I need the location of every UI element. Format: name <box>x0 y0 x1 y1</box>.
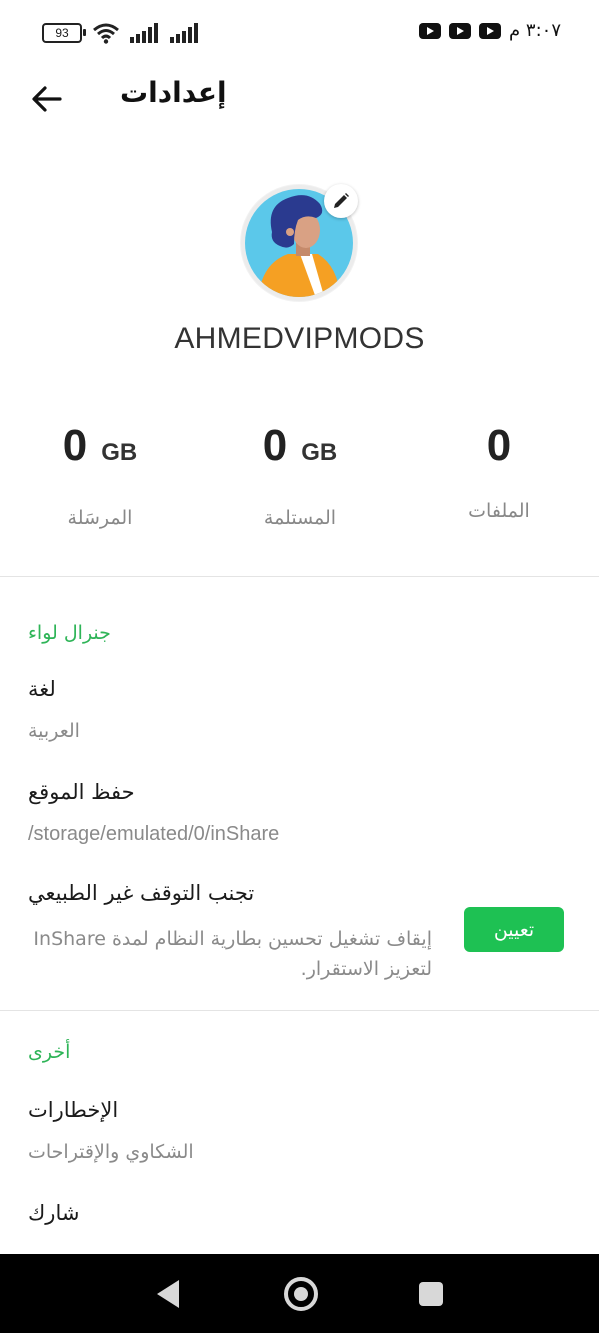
signal-icon-2 <box>170 23 198 43</box>
signal-icon <box>130 23 158 43</box>
stat-files: 0 الملفات <box>399 418 599 522</box>
stat-value: 0 <box>399 418 599 474</box>
setting-language-title[interactable]: لغة <box>28 677 56 701</box>
status-time: ٣:٠٧ م <box>509 20 561 41</box>
youtube-icon <box>419 22 442 39</box>
stat-value: 0 GB <box>0 418 200 481</box>
stat-label: المرسَلة <box>67 507 133 529</box>
setting-language-value[interactable]: العربية <box>28 720 80 742</box>
stat-unit: GB <box>301 439 338 466</box>
username: AHMEDVIPMODS <box>174 322 425 355</box>
section-title-other: أخرى <box>28 1041 71 1063</box>
app-bar: إعدادات <box>0 64 599 134</box>
system-nav-bar <box>0 1254 599 1333</box>
battery-icon: 93 <box>42 23 86 43</box>
pencil-icon <box>334 193 349 208</box>
setting-save-location-value[interactable]: /storage/emulated/0/inShare <box>28 823 279 846</box>
setting-feedback-title[interactable]: الإخطارات <box>28 1098 118 1122</box>
youtube-icon <box>479 22 502 39</box>
section-title-general: جنرال لواء <box>28 622 111 644</box>
status-icons-left: 93 <box>42 22 200 44</box>
section-divider <box>0 576 599 577</box>
stats-row: 0 GB المرسَلة 0 GB المستلمة 0 الملفات <box>0 418 599 538</box>
stat-sent: 0 GB المرسَلة <box>0 418 200 529</box>
profile-avatar[interactable] <box>240 184 358 302</box>
setting-avoid-stop-title: تجنب التوقف غير الطبيعي <box>28 881 255 905</box>
stat-value: 0 GB <box>200 418 400 481</box>
setting-share-title[interactable]: شارك <box>28 1201 79 1225</box>
description-line: إيقاف تشغيل تحسين بطارية النظام لمدة InS… <box>33 928 432 950</box>
page-title: إعدادات <box>120 76 227 109</box>
stat-label: المستلمة <box>263 507 337 529</box>
description-line: لتعزيز الاستقرار. <box>300 958 432 980</box>
battery-level: 93 <box>55 26 69 40</box>
nav-home-icon[interactable] <box>284 1277 318 1311</box>
status-icons-right: ٣:٠٧ م <box>419 20 561 41</box>
setting-avoid-stop-description: إيقاف تشغيل تحسين بطارية النظام لمدة InS… <box>28 924 432 984</box>
back-arrow-icon[interactable] <box>28 80 66 118</box>
wifi-icon <box>93 23 119 44</box>
stat-received: 0 GB المستلمة <box>200 418 400 529</box>
stat-label: الملفات <box>468 500 530 522</box>
set-button[interactable]: تعيين <box>464 907 564 952</box>
status-bar: 93 ٣:٠٧ م <box>0 0 599 64</box>
stat-number: 0 <box>62 421 88 470</box>
stat-number: 0 <box>486 421 512 470</box>
setting-feedback-value[interactable]: الشكاوي والإقتراحات <box>28 1141 194 1163</box>
stat-unit: GB <box>101 439 138 466</box>
stat-number: 0 <box>262 421 288 470</box>
nav-recents-icon[interactable] <box>419 1282 443 1306</box>
youtube-icon <box>449 22 472 39</box>
setting-save-location-title[interactable]: حفظ الموقع <box>28 780 135 804</box>
section-divider <box>0 1010 599 1011</box>
nav-back-icon[interactable] <box>157 1280 179 1308</box>
edit-avatar-button[interactable] <box>324 184 358 218</box>
